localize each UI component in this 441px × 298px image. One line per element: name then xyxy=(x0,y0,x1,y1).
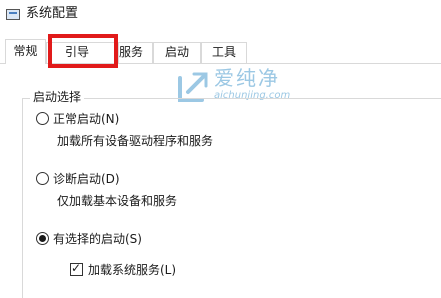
checkmark-icon: ✓ xyxy=(71,261,82,275)
selective-startup-radio-circle[interactable] xyxy=(36,232,49,245)
normal-startup-radio-circle[interactable] xyxy=(36,112,49,125)
tab-services[interactable]: 服务 xyxy=(118,42,153,63)
watermark-cn-text: 爱纯净 xyxy=(214,66,280,90)
tab-tools-label: 工具 xyxy=(211,45,236,59)
system-config-app-icon xyxy=(6,9,20,20)
diagnostic-startup-description: 仅加载基本设备和服务 xyxy=(57,194,178,208)
tab-general[interactable]: 常规 xyxy=(5,39,46,64)
tab-tools[interactable]: 工具 xyxy=(201,42,247,63)
startup-selection-title: 启动选择 xyxy=(30,89,85,105)
tab-services-label: 服务 xyxy=(119,45,144,59)
load-system-services-box[interactable]: ✓ xyxy=(70,261,83,276)
diagnostic-startup-label: 诊断启动(D) xyxy=(53,172,120,186)
tab-startup-label: 启动 xyxy=(164,45,189,59)
selective-startup-label: 有选择的启动(S) xyxy=(53,232,142,246)
window-title: 系统配置 xyxy=(26,6,79,21)
normal-startup-description: 加载所有设备驱动程序和服务 xyxy=(57,134,214,148)
normal-startup-label: 正常启动(N) xyxy=(53,112,120,126)
boot-tab-highlight-annotation xyxy=(48,34,118,68)
tab-general-label: 常规 xyxy=(13,44,38,58)
diagnostic-startup-radio-circle[interactable] xyxy=(36,172,49,185)
tab-startup[interactable]: 启动 xyxy=(153,42,201,63)
load-system-services-label: 加载系统服务(L) xyxy=(88,263,177,277)
title-bar: 系统配置 xyxy=(0,0,441,30)
